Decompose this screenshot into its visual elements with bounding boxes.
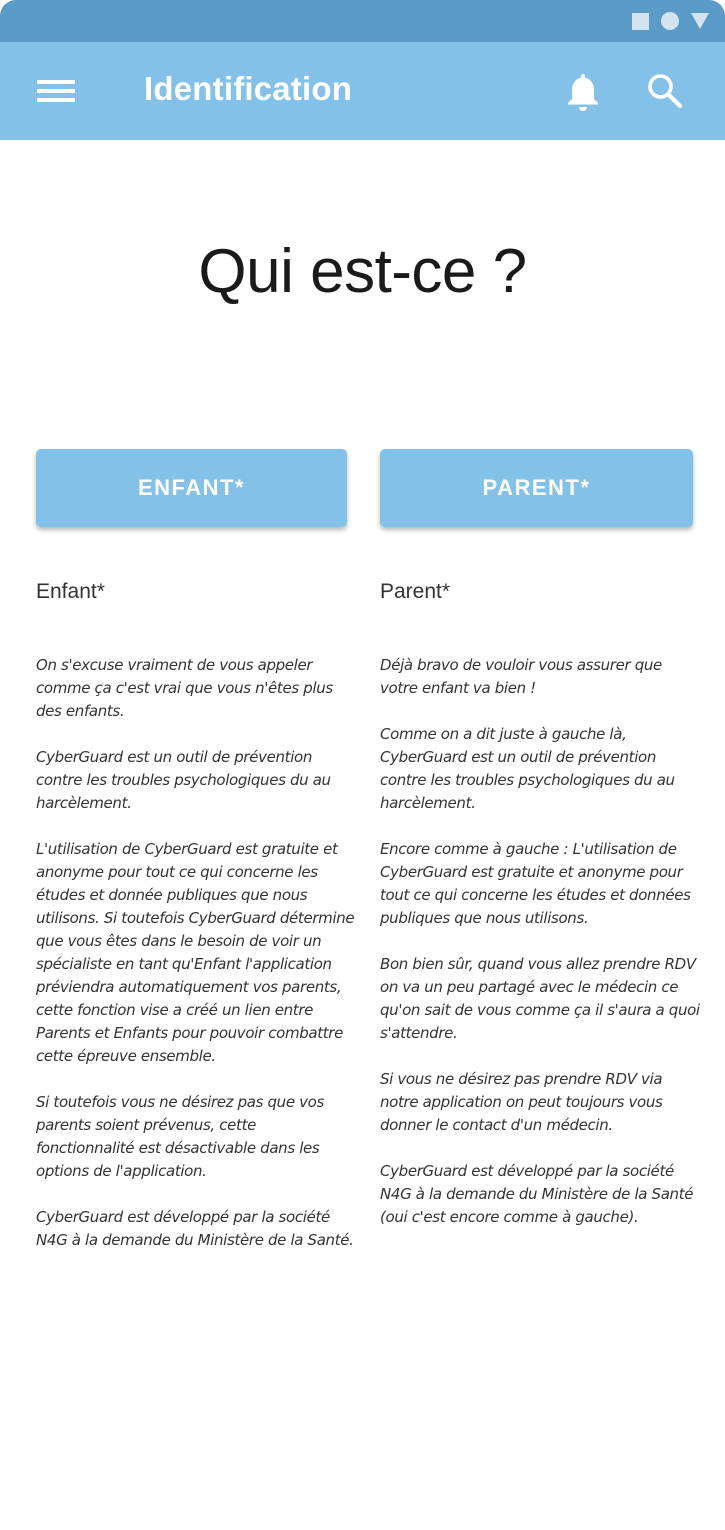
- parent-paragraph: Bon bien sûr, quand vous allez prendre R…: [380, 955, 700, 1042]
- menu-icon[interactable]: [37, 80, 75, 104]
- page-title: Qui est-ce ?: [198, 237, 527, 306]
- status-bar: [0, 0, 725, 42]
- parent-button[interactable]: PARENT*: [380, 449, 693, 527]
- parent-column: Parent* Déjà bravo de vouloir vous assur…: [380, 578, 700, 1252]
- app-bar: Identification: [0, 42, 725, 140]
- circle-icon: [661, 12, 679, 30]
- parent-paragraph: Déjà bravo de vouloir vous assurer que v…: [380, 656, 662, 697]
- enfant-column: Enfant* On s'excuse vraiment de vous app…: [36, 578, 356, 1275]
- bell-icon[interactable]: [564, 72, 602, 112]
- app-title: Identification: [144, 70, 353, 107]
- parent-paragraph: Si vous ne désirez pas prendre RDV via n…: [380, 1070, 663, 1134]
- enfant-paragraph: CyberGuard est un outil de prévention co…: [36, 748, 331, 812]
- status-icons: [632, 12, 709, 30]
- search-icon[interactable]: [646, 72, 684, 110]
- triangle-icon: [691, 13, 709, 29]
- menu-line: [37, 80, 75, 84]
- enfant-paragraph: L'utilisation de CyberGuard est gratuite…: [36, 840, 355, 1065]
- phone-screen: Identification Qui est-ce ? ENFANT* PARE…: [0, 0, 725, 1530]
- parent-paragraph: Comme on a dit juste à gauche là, CyberG…: [380, 725, 675, 812]
- parent-paragraph: Encore comme à gauche : L'utilisation de…: [380, 840, 691, 927]
- menu-line: [37, 98, 75, 102]
- enfant-paragraph: Si toutefois vous ne désirez pas que vos…: [36, 1093, 324, 1180]
- menu-line: [37, 89, 75, 93]
- parent-paragraph: CyberGuard est développé par la société …: [380, 1162, 694, 1226]
- enfant-paragraph: CyberGuard est développé par la société …: [36, 1208, 354, 1249]
- enfant-heading: Enfant*: [36, 580, 105, 603]
- enfant-button[interactable]: ENFANT*: [36, 449, 347, 527]
- enfant-paragraph: On s'excuse vraiment de vous appeler com…: [36, 656, 333, 720]
- square-icon: [632, 12, 649, 30]
- parent-heading: Parent*: [380, 580, 451, 603]
